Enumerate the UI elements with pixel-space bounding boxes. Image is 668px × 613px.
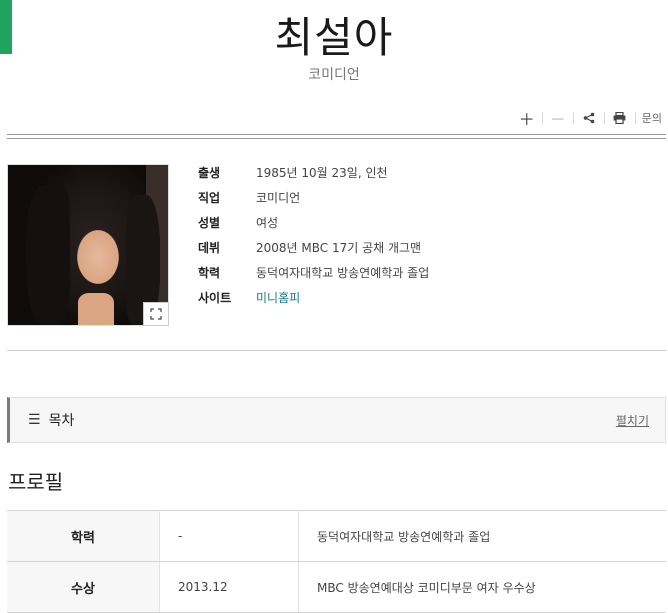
info-label: 데뷔 (198, 241, 221, 255)
info-row-site: 사이트 미니홈피 (198, 285, 429, 310)
info-row-gender: 성별 여성 (198, 210, 429, 235)
info-row-birth: 출생 1985년 10월 23일, 인천 (198, 160, 429, 185)
row-date: - (159, 510, 299, 562)
toolbar-divider (634, 112, 636, 124)
row-date: 2013.12 (159, 561, 299, 613)
minus-icon: － (549, 110, 566, 129)
page-subtitle: 코미디언 (308, 67, 360, 83)
inquiry-button[interactable]: 문의 (638, 110, 662, 126)
toc-expand-link[interactable]: 펼치기 (616, 412, 649, 429)
table-of-contents: ☰ 목차 펼치기 (7, 397, 666, 443)
info-value: 2008년 MBC 17기 공채 개그맨 (256, 241, 422, 255)
info-value: 여성 (256, 216, 279, 230)
info-value: 동덕여자대학교 방송연예학과 졸업 (256, 266, 430, 280)
row-label: 학력 (7, 510, 160, 562)
expand-icon (150, 308, 162, 320)
share-button[interactable] (576, 108, 602, 128)
profile-table: 학력 - 동덕여자대학교 방송연예학과 졸업 수상 2013.12 MBC 방송… (7, 510, 666, 613)
minihompy-link[interactable]: 미니홈피 (256, 289, 300, 306)
table-row: 학력 - 동덕여자대학교 방송연예학과 졸업 (7, 510, 666, 562)
row-description: MBC 방송연예대상 코미디부문 여자 우수상 (298, 561, 666, 613)
toolbar: ＋ － 문의 (514, 108, 662, 129)
plus-icon: ＋ (518, 110, 535, 129)
row-label: 수상 (7, 561, 160, 613)
zoom-out-button[interactable]: － (545, 108, 571, 129)
info-label: 성별 (198, 216, 221, 230)
print-button[interactable] (607, 108, 633, 128)
page-title: 최설아 (274, 13, 394, 62)
print-icon (613, 112, 626, 124)
zoom-in-button[interactable]: ＋ (514, 108, 540, 129)
info-box: 출생 1985년 10월 23일, 인천 직업 코미디언 성별 여성 데뷔 20… (198, 160, 429, 310)
info-label: 사이트 (198, 291, 232, 305)
info-label: 학력 (198, 266, 221, 280)
info-value: 1985년 10월 23일, 인천 (256, 166, 388, 180)
info-label: 출생 (198, 166, 221, 180)
info-value: 코미디언 (256, 191, 301, 205)
toc-title: 목차 (48, 413, 75, 429)
info-label: 직업 (198, 191, 221, 205)
toolbar-divider (541, 112, 543, 124)
row-description: 동덕여자대학교 방송연예학과 졸업 (298, 510, 666, 562)
header-divider (7, 134, 666, 139)
info-row-job: 직업 코미디언 (198, 185, 429, 210)
info-divider (7, 350, 666, 351)
info-row-education: 학력 동덕여자대학교 방송연예학과 졸업 (198, 260, 429, 285)
table-row: 수상 2013.12 MBC 방송연예대상 코미디부문 여자 우수상 (7, 561, 666, 613)
list-icon: ☰ (28, 412, 41, 428)
toolbar-divider (603, 112, 605, 124)
share-icon (583, 112, 595, 124)
toolbar-divider (572, 112, 574, 124)
info-row-debut: 데뷔 2008년 MBC 17기 공채 개그맨 (198, 235, 429, 260)
section-title-profile: 프로필 (8, 470, 64, 494)
expand-photo-button[interactable] (143, 302, 169, 326)
